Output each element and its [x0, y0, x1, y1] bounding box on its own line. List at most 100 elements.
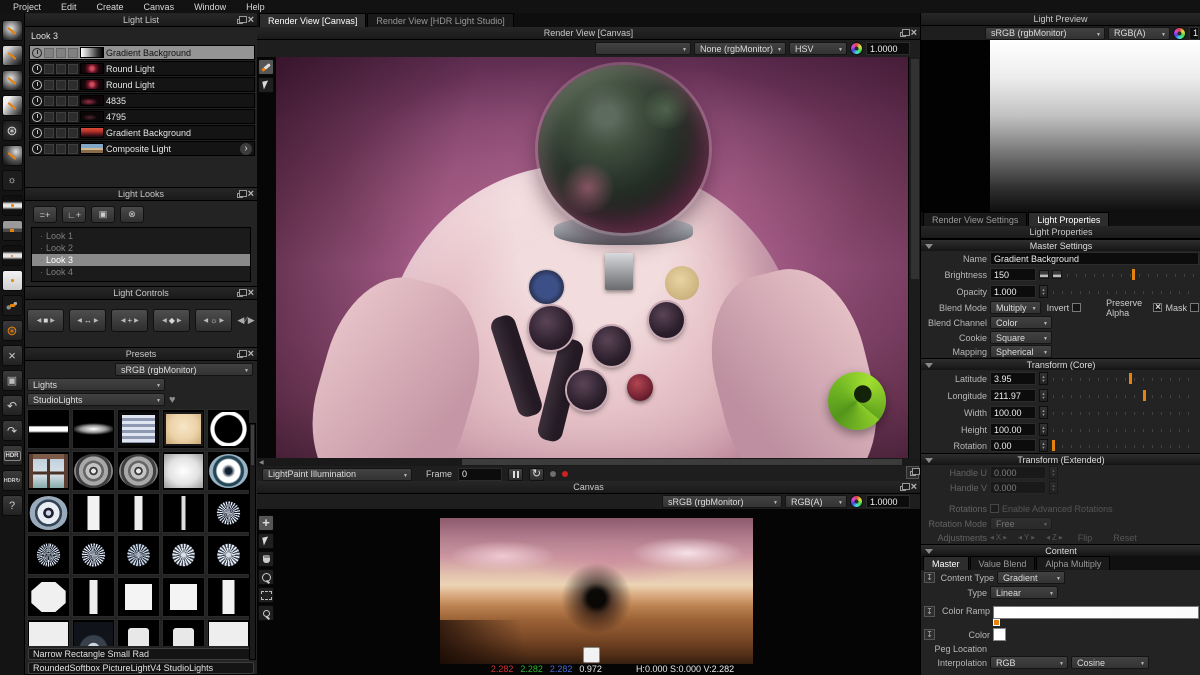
lock-icon[interactable] — [56, 63, 66, 74]
preview-exposure-field[interactable]: 1.0000 — [1189, 26, 1199, 40]
float-panel-icon[interactable] — [899, 29, 910, 37]
astronaut-render-image[interactable] — [276, 57, 908, 458]
preview-channel-dropdown[interactable]: RGB(A) — [1108, 26, 1170, 40]
preset-thumb[interactable] — [207, 451, 249, 491]
light-list-row[interactable]: Gradient Background — [29, 125, 255, 140]
width-field[interactable]: 100.00 — [990, 406, 1036, 419]
preset-thumb[interactable] — [72, 535, 115, 575]
add-look-button[interactable]: =+ — [33, 206, 57, 223]
scroll-left-arrow-icon[interactable]: ◀ — [259, 459, 264, 466]
preset-thumb[interactable] — [27, 409, 70, 449]
preset-thumb[interactable] — [207, 493, 249, 533]
float-panel-icon[interactable] — [236, 16, 247, 24]
preset-thumb[interactable] — [117, 619, 160, 646]
link-icon[interactable] — [68, 127, 78, 138]
preset-thumb[interactable] — [207, 535, 249, 575]
decrement-button[interactable]: ▬ — [1052, 270, 1062, 279]
hdr-reload-icon[interactable] — [1, 470, 23, 491]
brightness-field[interactable]: 150 — [990, 268, 1036, 281]
color-wheel-icon[interactable] — [1173, 26, 1186, 40]
duplicate-icon[interactable] — [1, 370, 23, 391]
look-item[interactable]: Look 1 — [32, 230, 250, 242]
tab-render-view-canvas[interactable]: Render View [Canvas] — [259, 13, 367, 27]
preset-thumb[interactable] — [207, 577, 249, 617]
preset-thumb[interactable] — [27, 535, 70, 575]
atom-light-icon[interactable] — [1, 320, 23, 341]
power-icon[interactable] — [32, 63, 42, 74]
preset-thumb[interactable] — [207, 619, 249, 646]
preset-thumb[interactable] — [117, 493, 160, 533]
preset-thumb[interactable] — [162, 451, 205, 491]
view-preset-dropdown[interactable] — [595, 42, 691, 55]
power-icon[interactable] — [32, 95, 42, 106]
close-panel-icon[interactable]: × — [248, 15, 254, 26]
close-panel-icon[interactable]: × — [248, 189, 254, 200]
preset-thumb[interactable] — [117, 409, 160, 449]
preset-thumb[interactable] — [162, 577, 205, 617]
opacity-slider[interactable] — [1051, 285, 1199, 298]
content-type-dropdown[interactable]: Gradient — [997, 571, 1065, 584]
light-list-row[interactable]: Composite Light › — [29, 141, 255, 156]
preset-thumb[interactable] — [27, 619, 70, 646]
select-tool[interactable] — [258, 77, 274, 93]
tab-render-view-hdr[interactable]: Render View [HDR Light Studio] — [367, 13, 514, 27]
cookie-dropdown[interactable]: Square — [990, 331, 1052, 344]
help-icon[interactable] — [1, 495, 23, 516]
float-panel-icon[interactable] — [236, 350, 247, 358]
render-horizontal-scrollbar[interactable]: ◀ — [257, 458, 908, 466]
preset-thumb[interactable] — [27, 493, 70, 533]
canvas-colorspace-dropdown[interactable]: sRGB (rgbMonitor) — [662, 495, 782, 508]
color-wheel-icon[interactable] — [850, 42, 863, 55]
longitude-slider[interactable] — [1051, 389, 1199, 402]
tab-content-value-blend[interactable]: Value Blend — [969, 556, 1036, 570]
latitude-field[interactable]: 3.95 — [990, 372, 1036, 385]
brightness-control-button[interactable]: ◀ ☼ ▶ — [195, 308, 233, 332]
tab-content-master[interactable]: Master — [923, 556, 969, 570]
area-light-icon[interactable] — [1, 20, 23, 41]
close-panel-icon[interactable]: × — [911, 482, 917, 493]
solo-icon[interactable] — [44, 111, 54, 122]
light-list-row[interactable]: Round Light — [29, 61, 255, 76]
hdr-canvas-image[interactable] — [440, 518, 753, 664]
gobo-light-icon[interactable] — [1, 295, 23, 316]
spinner-control[interactable]: ▲ ▼ — [1039, 423, 1048, 436]
render-channel-dropdown[interactable]: HSV — [789, 42, 847, 55]
look-item[interactable]: Look 2 — [32, 242, 250, 254]
preset-thumb[interactable] — [162, 619, 205, 646]
link-icon[interactable] — [68, 143, 78, 154]
rotation-slider[interactable] — [1051, 439, 1199, 452]
link-icon[interactable] — [68, 79, 78, 90]
power-icon[interactable] — [32, 47, 42, 58]
canvas-exposure-field[interactable]: 1.0000 — [866, 495, 910, 508]
presets-category-dropdown[interactable]: Lights — [27, 378, 165, 391]
solo-icon[interactable] — [44, 127, 54, 138]
preset-thumb[interactable] — [117, 451, 160, 491]
collapse-arrow-icon[interactable] — [925, 549, 933, 554]
float-panel-icon[interactable] — [236, 289, 247, 297]
emitter-light-icon[interactable] — [1, 170, 23, 191]
invert-checkbox[interactable] — [1072, 303, 1082, 312]
float-panel-icon[interactable] — [899, 483, 910, 491]
zoom-tool[interactable] — [258, 569, 274, 585]
mask-checkbox[interactable] — [1190, 303, 1199, 312]
light-list-row[interactable]: Round Light — [29, 77, 255, 92]
scene-light-icon[interactable] — [1, 220, 23, 241]
master-settings-header[interactable]: Master Settings — [921, 239, 1200, 251]
preset-thumb[interactable] — [27, 451, 70, 491]
menu-edit[interactable]: Edit — [52, 2, 86, 12]
preset-thumb[interactable] — [72, 577, 115, 617]
link-icon[interactable] — [68, 63, 78, 74]
move-control-button[interactable]: ◀ + ▶ — [111, 308, 149, 332]
lightpaint-brush-tool[interactable] — [258, 59, 274, 75]
pan-tool[interactable] — [258, 551, 274, 567]
height-slider[interactable] — [1051, 423, 1199, 436]
render-exposure-field[interactable]: 1.0000 — [866, 42, 910, 55]
spot-light-icon[interactable] — [1, 70, 23, 91]
light-list-row[interactable]: Gradient Background — [29, 45, 255, 60]
preset-thumb[interactable] — [72, 619, 115, 646]
close-panel-icon[interactable]: × — [911, 28, 917, 39]
power-icon[interactable] — [32, 127, 42, 138]
tab-light-properties[interactable]: Light Properties — [1028, 212, 1110, 226]
color-ramp[interactable] — [993, 606, 1199, 626]
delete-icon[interactable] — [1, 345, 23, 366]
